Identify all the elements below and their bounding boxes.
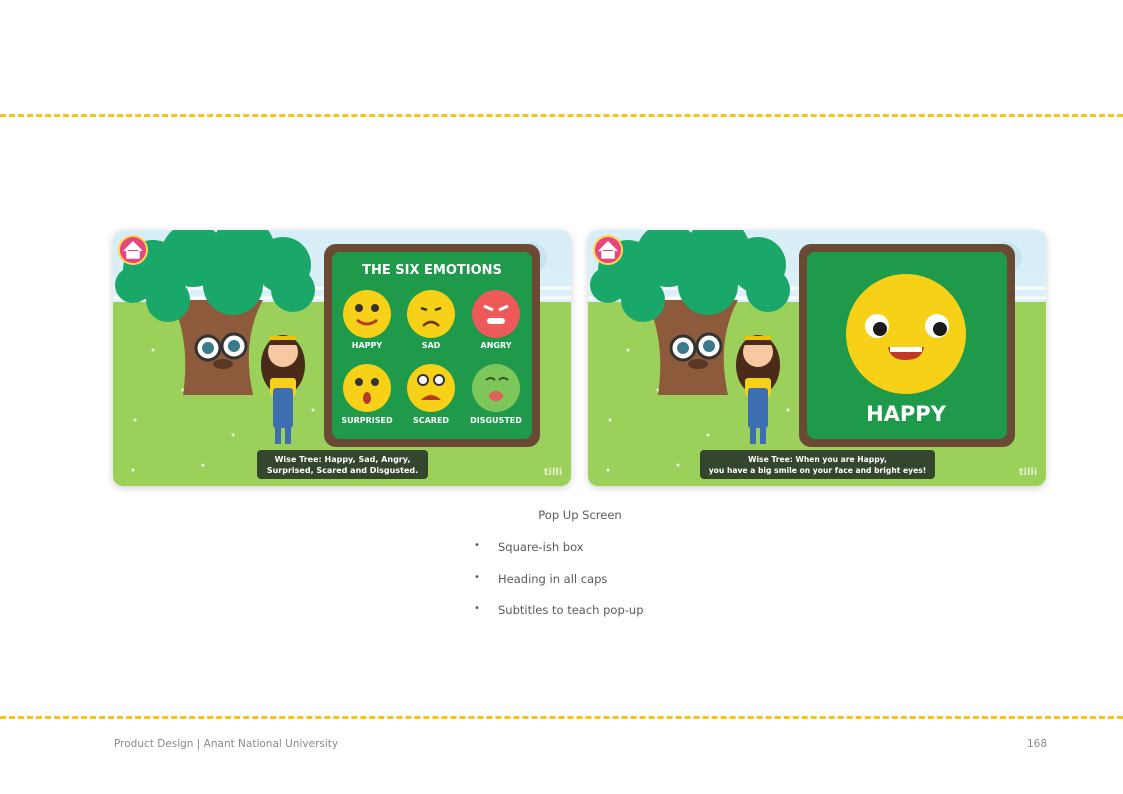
subtitle-line-1: Wise Tree: Happy, Sad, Angry, — [275, 455, 411, 464]
panel-title: THE SIX EMOTIONS — [362, 263, 502, 278]
page-number: 168 — [1026, 738, 1047, 750]
emotion-label: DISGUSTED — [470, 416, 522, 425]
emotion-scared[interactable]: SCARED — [407, 364, 455, 425]
happy-board: HAPPY — [799, 244, 1015, 447]
home-button[interactable] — [593, 235, 623, 265]
subtitle-line-2: you have a big smile on your face and br… — [709, 466, 927, 475]
emotion-surprised[interactable]: SURPRISED — [341, 364, 393, 425]
subtitle-box: Wise Tree: Happy, Sad, Angry, Surprised,… — [257, 450, 428, 479]
subtitle-box: Wise Tree: When you are Happy, you have … — [700, 450, 935, 479]
emotions-board: THE SIX EMOTIONS HAPPY SAD ANGRY SURPRIS… — [324, 244, 540, 447]
watermark-logo: tilli — [544, 467, 563, 478]
top-dashed-divider — [0, 114, 1123, 117]
game-scene: THE SIX EMOTIONS HAPPY SAD ANGRY SURPRIS… — [113, 230, 571, 486]
happy-face — [846, 274, 966, 394]
footer-label: Product Design | Anant National Universi… — [114, 738, 339, 750]
home-button[interactable] — [118, 235, 148, 265]
emotion-label: ANGRY — [481, 341, 512, 350]
game-scene: HAPPY Wise Tree: When you are Happy, you… — [588, 230, 1046, 486]
bottom-dashed-divider — [0, 716, 1123, 719]
emotion-label: SCARED — [413, 416, 449, 425]
panel-title: HAPPY — [866, 402, 947, 426]
subtitle-line-2: Surprised, Scared and Disgusted. — [267, 466, 418, 475]
caption-title: Pop Up Screen — [538, 508, 622, 522]
watermark-logo: tilli — [1019, 467, 1038, 478]
emotion-label: HAPPY — [352, 341, 383, 350]
emotion-label: SAD — [422, 341, 441, 350]
emotion-label: SURPRISED — [341, 416, 393, 425]
emotion-disgusted[interactable]: DISGUSTED — [470, 364, 522, 425]
screen-happy: HAPPY Wise Tree: When you are Happy, you… — [588, 230, 1046, 486]
subtitle-line-1: Wise Tree: When you are Happy, — [748, 455, 887, 464]
screen-six-emotions: THE SIX EMOTIONS HAPPY SAD ANGRY SURPRIS… — [113, 230, 571, 486]
